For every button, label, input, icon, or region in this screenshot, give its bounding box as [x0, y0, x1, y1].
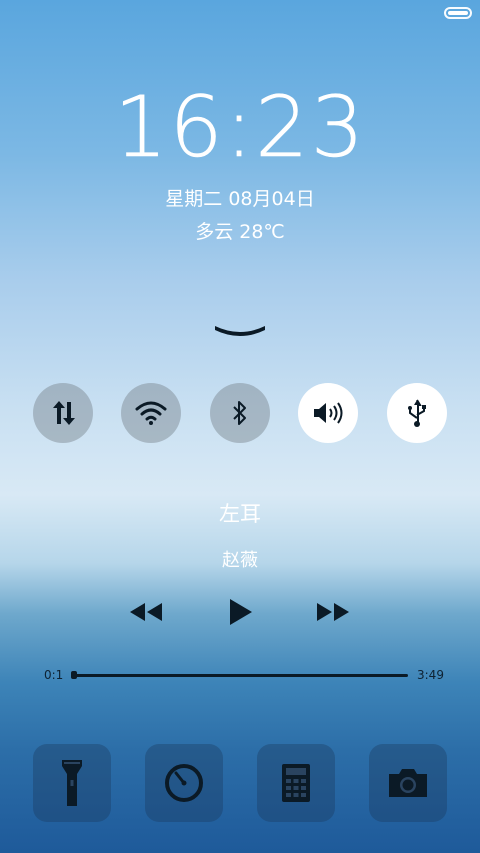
wifi-icon: [135, 401, 167, 425]
next-button[interactable]: [313, 596, 353, 628]
elapsed-time: 0:1: [44, 668, 64, 682]
song-title: 左耳: [219, 502, 261, 526]
pull-down-handle-icon[interactable]: [213, 320, 267, 340]
usb-icon: [408, 399, 426, 427]
weather-text: 多云 28℃: [195, 221, 285, 243]
play-button[interactable]: [220, 596, 260, 628]
rewind-icon: [130, 603, 162, 621]
sound-toggle[interactable]: [298, 383, 358, 443]
usb-toggle[interactable]: [387, 383, 447, 443]
battery-icon: [444, 7, 472, 19]
bluetooth-icon: [233, 401, 246, 425]
song-artist: 赵薇: [222, 550, 258, 571]
calculator-button[interactable]: [257, 744, 335, 822]
flashlight-icon: [62, 760, 82, 806]
camera-button[interactable]: [369, 744, 447, 822]
music-progress: 0:1 3:49: [0, 665, 480, 687]
calculator-icon: [282, 764, 310, 802]
volume-icon: [314, 402, 343, 424]
timer-icon: [165, 764, 203, 802]
flashlight-button[interactable]: [33, 744, 111, 822]
bluetooth-toggle[interactable]: [210, 383, 270, 443]
camera-icon: [389, 769, 427, 797]
wifi-toggle[interactable]: [121, 383, 181, 443]
duration-time: 3:49: [417, 668, 444, 682]
fast-forward-icon: [317, 603, 349, 621]
previous-button[interactable]: [126, 596, 166, 628]
quick-toggles: [33, 383, 447, 445]
shortcuts-bar: [33, 744, 447, 822]
sync-icon: [53, 401, 75, 425]
sync-toggle[interactable]: [33, 383, 93, 443]
play-icon: [230, 599, 252, 625]
progress-track[interactable]: [72, 674, 408, 677]
progress-knob[interactable]: [71, 671, 78, 679]
lockscreen-clock: 16:23: [113, 78, 367, 177]
lockscreen-date: 星期二 08月04日: [165, 188, 315, 210]
music-controls: [0, 596, 480, 628]
timer-button[interactable]: [145, 744, 223, 822]
